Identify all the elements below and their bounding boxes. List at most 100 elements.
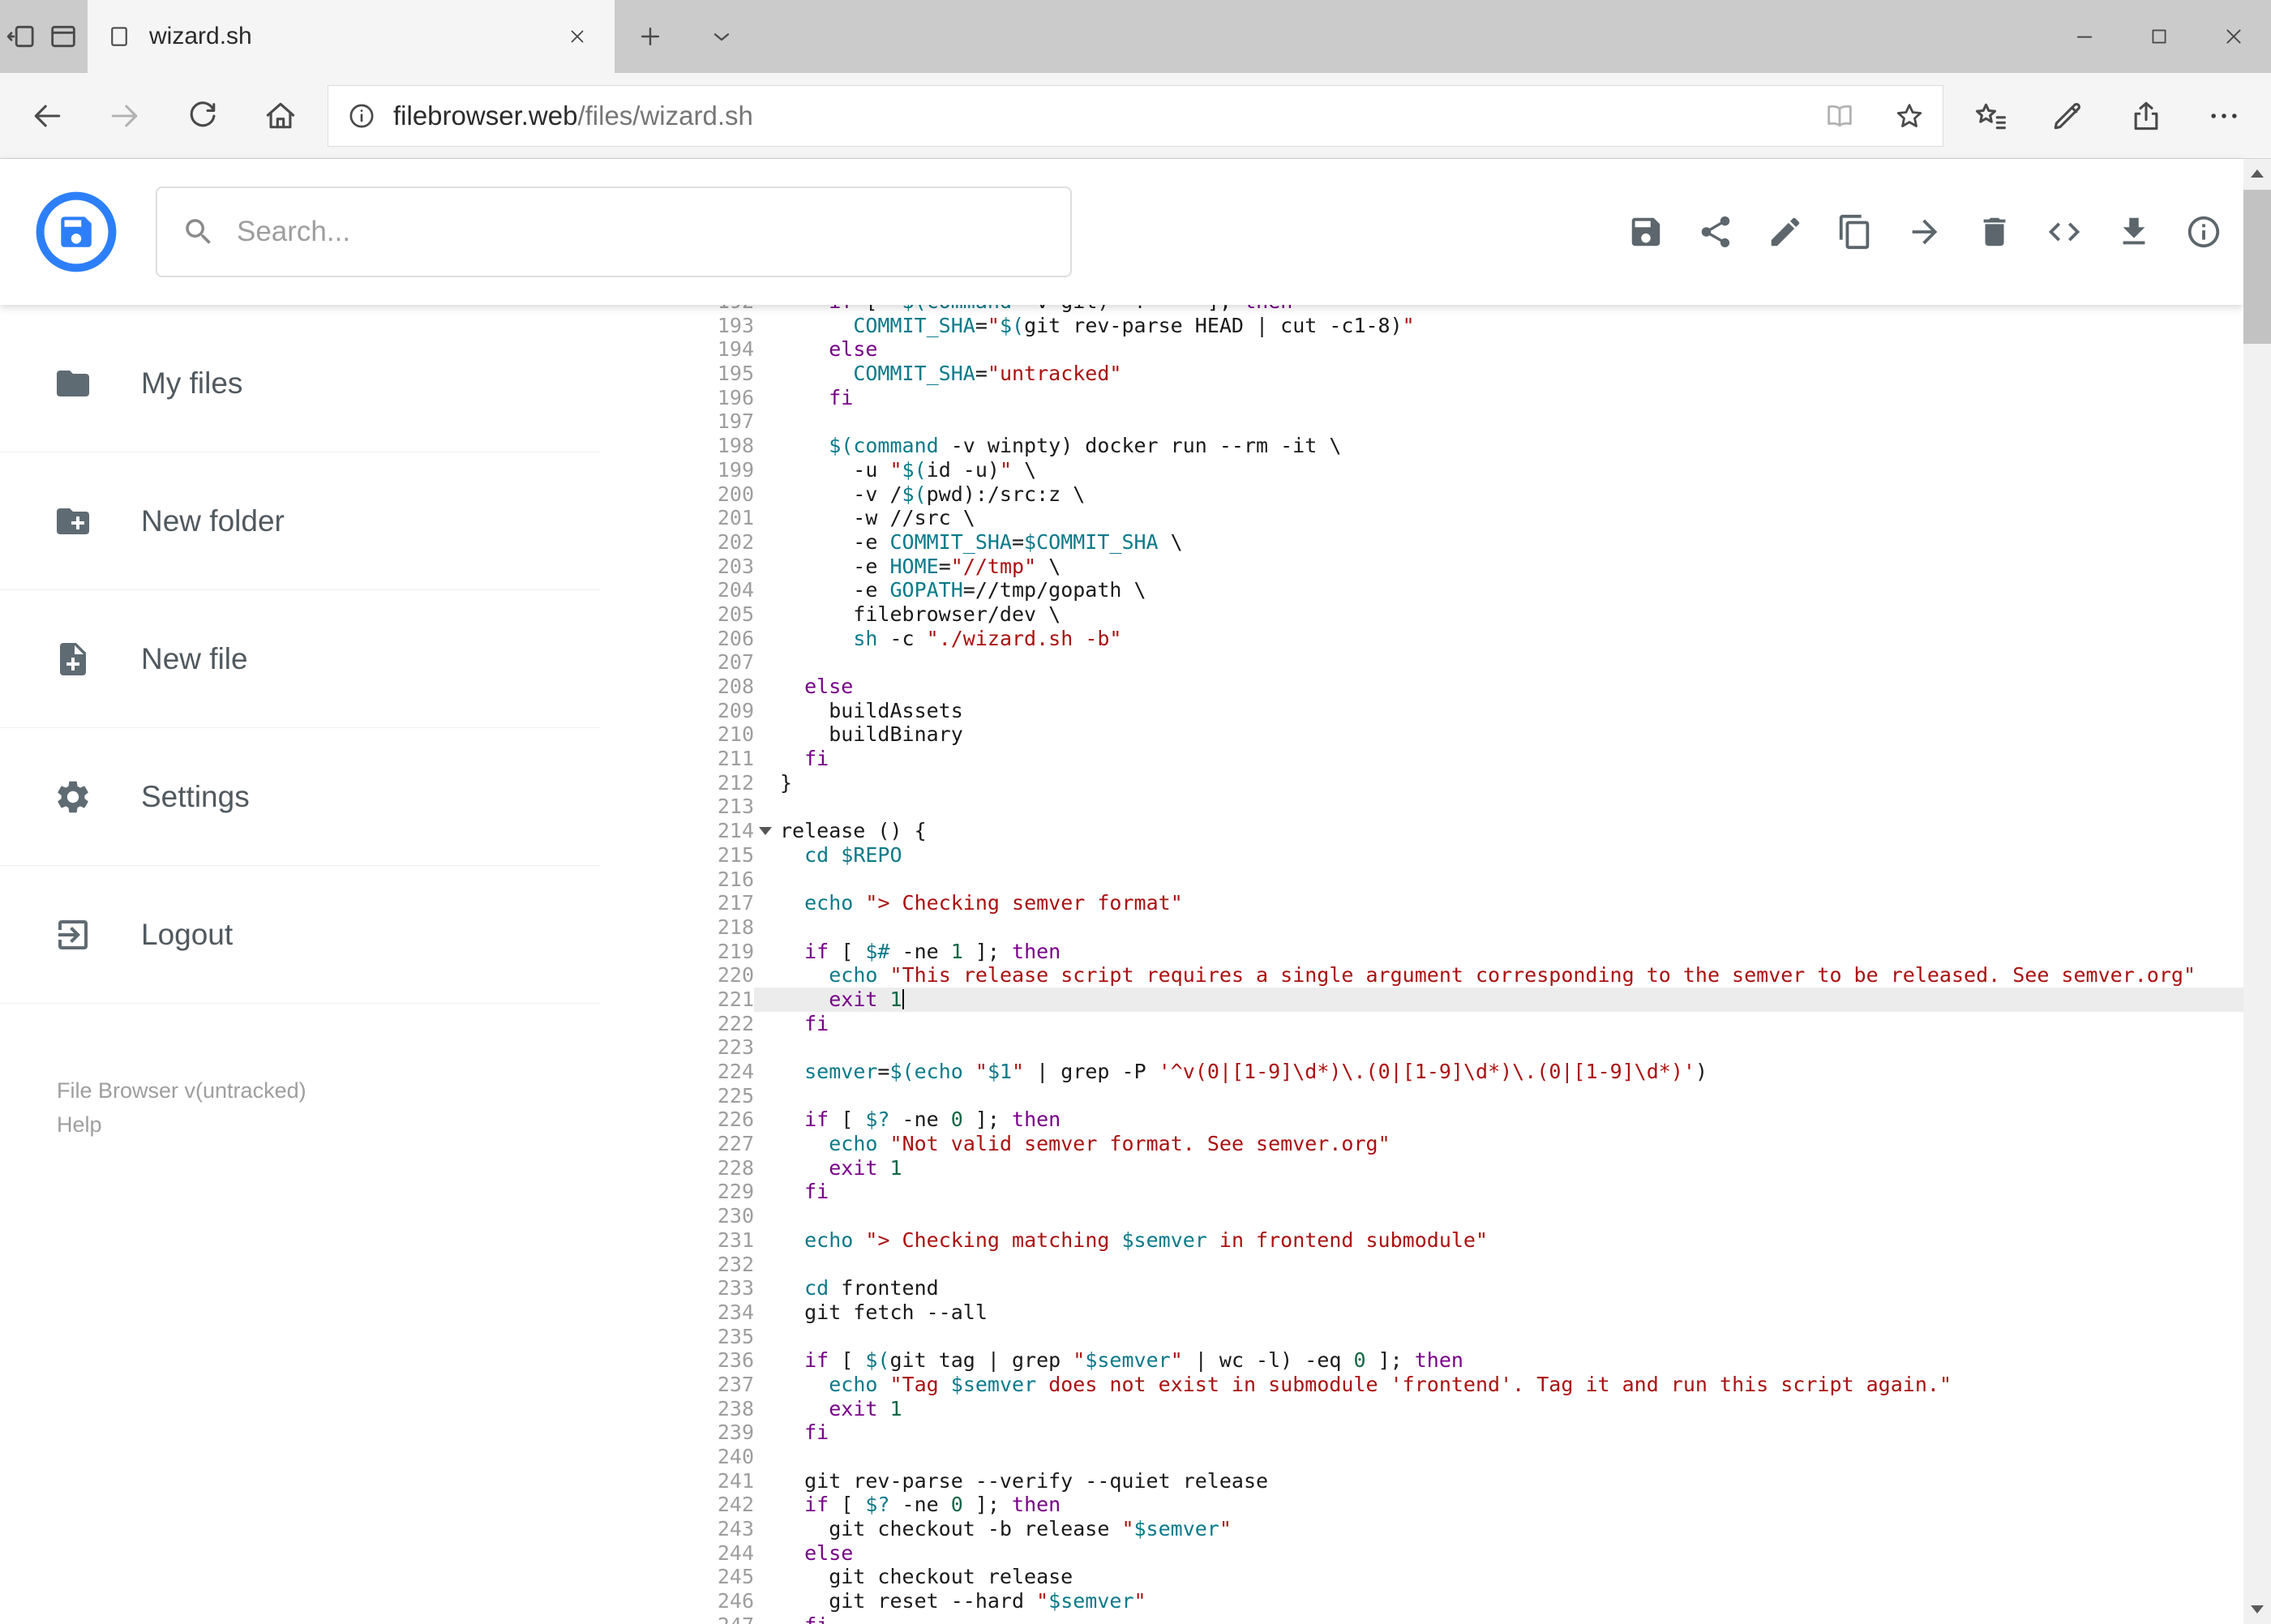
filebrowser-logo[interactable] bbox=[34, 190, 118, 274]
raw-view-button[interactable] bbox=[2046, 213, 2083, 251]
address-bar[interactable]: filebrowser.web/files/wizard.sh bbox=[328, 84, 1943, 147]
download-button[interactable] bbox=[2115, 213, 2153, 251]
code-text[interactable] bbox=[754, 1445, 2243, 1469]
code-text[interactable]: -e HOME="//tmp" \ bbox=[754, 555, 2243, 579]
code-text[interactable]: else bbox=[754, 1541, 2243, 1566]
code-text[interactable]: semver=$(echo "$1" | grep -P '^v(0|[1-9]… bbox=[754, 1060, 2243, 1084]
code-text[interactable]: if [ "$(command -v git)" != "" ]; then bbox=[754, 305, 2243, 314]
code-text[interactable]: cd $REPO bbox=[754, 843, 2243, 868]
code-text[interactable]: -e GOPATH=//tmp/gopath \ bbox=[754, 578, 2243, 602]
code-text[interactable]: if [ $? -ne 0 ]; then bbox=[754, 1493, 2243, 1517]
refresh-button[interactable] bbox=[164, 77, 242, 155]
code-text[interactable]: git reset --hard "$semver" bbox=[754, 1589, 2243, 1613]
code-text[interactable]: if [ $? -ne 0 ]; then bbox=[754, 1108, 2243, 1132]
code-text[interactable]: fi bbox=[754, 1180, 2243, 1204]
code-text[interactable] bbox=[754, 409, 2243, 434]
minimize-button[interactable] bbox=[2047, 0, 2122, 73]
code-text[interactable]: } bbox=[754, 771, 2243, 795]
info-button[interactable] bbox=[2185, 213, 2222, 251]
close-button[interactable] bbox=[2196, 0, 2271, 73]
more-button[interactable] bbox=[2185, 77, 2263, 155]
code-text[interactable]: else bbox=[754, 337, 2243, 362]
code-text[interactable] bbox=[754, 1204, 2243, 1228]
code-text[interactable] bbox=[754, 650, 2243, 675]
new-tab-button[interactable] bbox=[615, 0, 686, 73]
code-text[interactable]: fi bbox=[754, 386, 2243, 410]
code-text[interactable] bbox=[754, 1325, 2243, 1349]
code-text[interactable]: git rev-parse --verify --quiet release bbox=[754, 1469, 2243, 1493]
code-text[interactable]: fi bbox=[754, 1012, 2243, 1036]
code-text[interactable] bbox=[754, 1084, 2243, 1108]
code-text[interactable]: fi bbox=[754, 1420, 2243, 1445]
sidebar-item-new-file[interactable]: New file bbox=[0, 590, 600, 728]
browser-tab-wizard[interactable]: wizard.sh bbox=[88, 0, 615, 73]
code-text[interactable]: fi bbox=[754, 1613, 2243, 1624]
share-button[interactable] bbox=[1697, 213, 1734, 251]
code-text[interactable]: -e COMMIT_SHA=$COMMIT_SHA \ bbox=[754, 530, 2243, 555]
save-button[interactable] bbox=[1627, 213, 1665, 251]
code-text[interactable]: echo "> Checking matching $semver in fro… bbox=[754, 1228, 2243, 1253]
tab-close-icon[interactable] bbox=[559, 19, 595, 54]
reading-view-button[interactable] bbox=[1813, 89, 1866, 143]
code-text[interactable] bbox=[754, 1035, 2243, 1060]
sidebar-item-logout[interactable]: Logout bbox=[0, 866, 600, 1004]
code-text[interactable] bbox=[754, 1253, 2243, 1277]
code-text[interactable]: -v /$(pwd):/src:z \ bbox=[754, 482, 2243, 507]
copy-button[interactable] bbox=[1836, 213, 1874, 251]
move-button[interactable] bbox=[1906, 213, 1943, 251]
delete-button[interactable] bbox=[1976, 213, 2013, 251]
code-text[interactable]: echo "This release script requires a sin… bbox=[754, 963, 2243, 988]
code-text[interactable]: git fetch --all bbox=[754, 1300, 2243, 1325]
code-text[interactable]: git checkout release bbox=[754, 1565, 2243, 1589]
set-tabs-aside-button[interactable] bbox=[0, 0, 42, 73]
code-text[interactable]: filebrowser/dev \ bbox=[754, 602, 2243, 627]
sidebar-item-new-folder[interactable]: New folder bbox=[0, 452, 600, 590]
code-text[interactable] bbox=[754, 795, 2243, 819]
code-text[interactable]: echo "> Checking semver format" bbox=[754, 891, 2243, 915]
code-text[interactable]: echo "Tag $semver does not exist in subm… bbox=[754, 1373, 2243, 1397]
scroll-down-button[interactable] bbox=[2243, 1595, 2271, 1624]
tabs-preview-button[interactable] bbox=[42, 0, 84, 73]
line-number: 231 bbox=[717, 1228, 754, 1252]
forward-button[interactable] bbox=[86, 77, 164, 155]
rename-button[interactable] bbox=[1767, 213, 1804, 251]
code-text[interactable]: $(command -v winpty) docker run --rm -it… bbox=[754, 434, 2243, 458]
code-text[interactable]: -w //src \ bbox=[754, 506, 2243, 530]
search-box[interactable] bbox=[156, 186, 1072, 277]
code-text[interactable]: release () { bbox=[754, 819, 2243, 843]
code-text[interactable]: COMMIT_SHA="$(git rev-parse HEAD | cut -… bbox=[754, 314, 2243, 338]
sidebar-item-my-files[interactable]: My files bbox=[0, 315, 600, 452]
hub-button[interactable] bbox=[1952, 77, 2029, 155]
home-button[interactable] bbox=[242, 77, 319, 155]
maximize-button[interactable] bbox=[2122, 0, 2196, 73]
code-editor[interactable]: 192 if [ "$(command -v git)" != "" ]; th… bbox=[600, 305, 2243, 1624]
code-text[interactable]: if [ $(git tag | grep "$semver" | wc -l)… bbox=[754, 1348, 2243, 1373]
page-scrollbar[interactable] bbox=[2243, 159, 2271, 1624]
code-text[interactable]: else bbox=[754, 675, 2243, 699]
code-text[interactable]: COMMIT_SHA="untracked" bbox=[754, 362, 2243, 386]
code-text[interactable]: buildBinary bbox=[754, 722, 2243, 747]
search-input[interactable] bbox=[237, 216, 1046, 248]
code-text[interactable]: echo "Not valid semver format. See semve… bbox=[754, 1132, 2243, 1156]
code-text[interactable]: git checkout -b release "$semver" bbox=[754, 1517, 2243, 1541]
code-text[interactable]: exit 1 bbox=[754, 1397, 2243, 1421]
code-text[interactable] bbox=[754, 868, 2243, 892]
code-text[interactable]: exit 1 bbox=[754, 1156, 2243, 1181]
scrollbar-thumb[interactable] bbox=[2243, 190, 2271, 344]
code-text[interactable]: buildAssets bbox=[754, 699, 2243, 723]
code-text[interactable]: -u "$(id -u)" \ bbox=[754, 458, 2243, 482]
code-text[interactable] bbox=[754, 915, 2243, 940]
web-note-button[interactable] bbox=[2029, 77, 2107, 155]
sidebar-item-settings[interactable]: Settings bbox=[0, 728, 600, 866]
help-link[interactable]: Help bbox=[57, 1108, 600, 1142]
tab-preview-chevron-button[interactable] bbox=[686, 0, 757, 73]
back-button[interactable] bbox=[8, 77, 86, 155]
favorite-star-button[interactable] bbox=[1883, 89, 1936, 143]
code-text[interactable]: exit 1 bbox=[754, 987, 2243, 1012]
code-text[interactable]: fi bbox=[754, 747, 2243, 771]
share-button[interactable] bbox=[2107, 77, 2185, 155]
scroll-up-button[interactable] bbox=[2243, 159, 2271, 188]
code-text[interactable]: cd frontend bbox=[754, 1276, 2243, 1300]
code-text[interactable]: sh -c "./wizard.sh -b" bbox=[754, 627, 2243, 651]
code-text[interactable]: if [ $# -ne 1 ]; then bbox=[754, 940, 2243, 964]
